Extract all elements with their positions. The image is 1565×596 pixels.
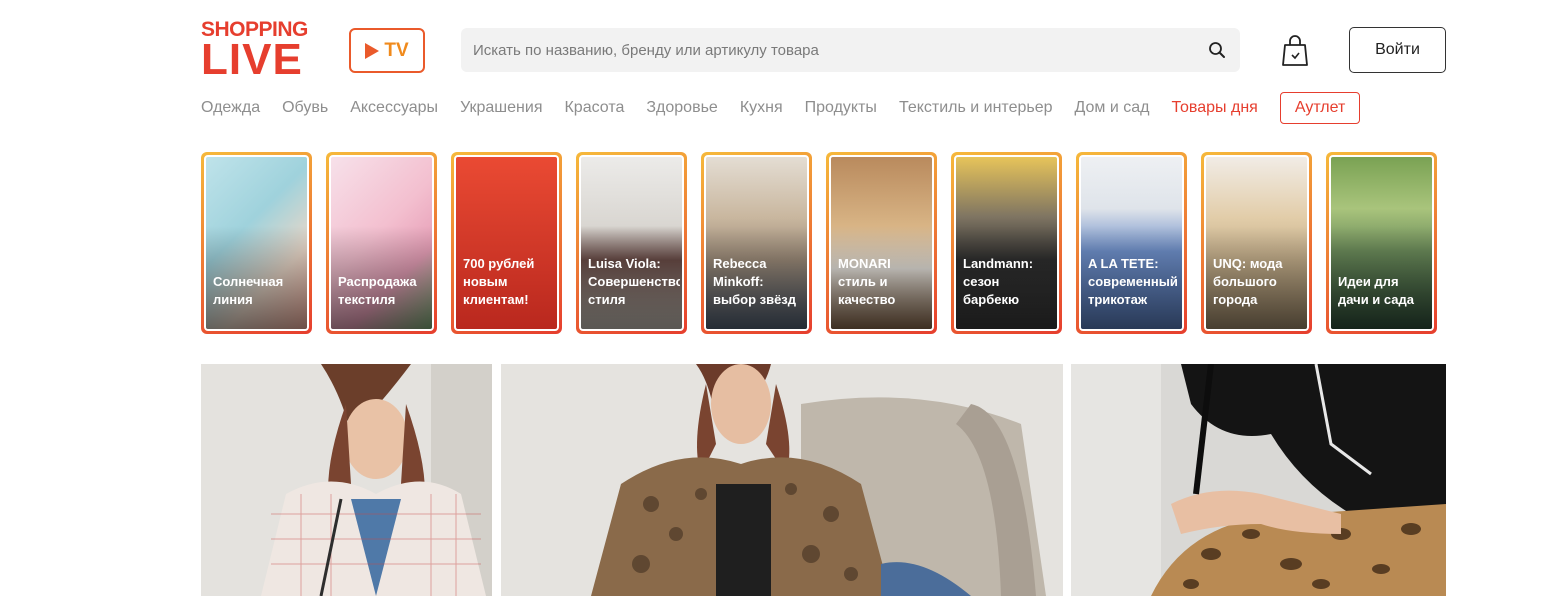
story-card[interactable]: MONARI стиль и качество <box>826 152 937 334</box>
story-card[interactable]: Luisa Viola: Совершенство стиля <box>576 152 687 334</box>
nav-item-home-garden[interactable]: Дом и сад <box>1075 99 1150 117</box>
story-image: Landmann: сезон барбекю <box>954 155 1059 331</box>
tv-button[interactable]: TV <box>349 28 425 73</box>
story-card[interactable]: A LA TETE: современный трикотаж <box>1076 152 1187 334</box>
nav-item-jewelry[interactable]: Украшения <box>460 99 542 117</box>
shopping-live-logo[interactable]: SHOPPING LIVE <box>201 19 315 84</box>
shopping-bag-icon[interactable] <box>1280 33 1310 67</box>
story-card[interactable]: Солнечная линия <box>201 152 312 334</box>
story-label: Распродажа текстиля <box>338 274 417 307</box>
nav-item-kitchen[interactable]: Кухня <box>740 99 783 117</box>
story-label: UNQ: мода большого города <box>1213 256 1283 307</box>
logo-line-2: LIVE <box>201 35 303 84</box>
story-label: Rebecca Minkoff: выбор звёзд <box>713 256 797 307</box>
story-card[interactable]: Идеи для дачи и сада <box>1326 152 1437 334</box>
promo-banner-left[interactable] <box>201 364 492 596</box>
story-image: A LA TETE: современный трикотаж <box>1079 155 1184 331</box>
promo-banner-right[interactable] <box>1071 364 1446 596</box>
story-label: A LA TETE: современный трикотаж <box>1088 256 1178 307</box>
banner-photo <box>501 364 1063 596</box>
nav-item-accessories[interactable]: Аксессуары <box>350 99 438 117</box>
nav-item-beauty[interactable]: Красота <box>564 99 624 117</box>
story-label: Luisa Viola: Совершенство стиля <box>588 256 680 307</box>
play-icon <box>365 42 380 59</box>
nav-item-shoes[interactable]: Обувь <box>282 99 328 117</box>
story-card[interactable]: 700 рублей новым клиентам! <box>451 152 562 334</box>
story-image: Rebecca Minkoff: выбор звёзд <box>704 155 809 331</box>
nav-item-textile-interior[interactable]: Текстиль и интерьер <box>899 99 1053 117</box>
story-image: UNQ: мода большого города <box>1204 155 1309 331</box>
category-nav: Одежда Обувь Аксессуары Украшения Красот… <box>201 92 1361 124</box>
story-label: Landmann: сезон барбекю <box>963 256 1034 307</box>
nav-item-clothing[interactable]: Одежда <box>201 99 260 117</box>
story-card[interactable]: Распродажа текстиля <box>326 152 437 334</box>
search-icon[interactable] <box>1208 41 1226 59</box>
search-input[interactable] <box>461 28 1191 72</box>
story-card[interactable]: UNQ: мода большого города <box>1201 152 1312 334</box>
promo-banner-center[interactable] <box>501 364 1063 596</box>
story-label: 700 рублей новым клиентам! <box>463 256 535 307</box>
tv-label: TV <box>384 39 409 61</box>
story-label: MONARI стиль и качество <box>838 256 896 307</box>
nav-outlet-button[interactable]: Аутлет <box>1279 92 1361 124</box>
story-image: Luisa Viola: Совершенство стиля <box>579 155 684 331</box>
nav-item-deals[interactable]: Товары дня <box>1172 99 1258 117</box>
stories-row: Солнечная линия Распродажа текстиля 700 … <box>201 152 1437 334</box>
page: SHOPPING LIVE TV Войти Одежда Обувь Аксе… <box>0 0 1565 596</box>
story-card[interactable]: Rebecca Minkoff: выбор звёзд <box>701 152 812 334</box>
story-image: MONARI стиль и качество <box>829 155 934 331</box>
story-image: Идеи для дачи и сада <box>1329 155 1434 331</box>
nav-item-groceries[interactable]: Продукты <box>805 99 877 117</box>
story-image: Солнечная линия <box>204 155 309 331</box>
login-button[interactable]: Войти <box>1349 27 1446 73</box>
story-image: Распродажа текстиля <box>329 155 434 331</box>
nav-item-health[interactable]: Здоровье <box>646 99 717 117</box>
story-label: Идеи для дачи и сада <box>1338 274 1415 307</box>
banner-photo <box>1071 364 1446 596</box>
search-bar <box>461 28 1240 72</box>
story-card[interactable]: Landmann: сезон барбекю <box>951 152 1062 334</box>
story-label: Солнечная линия <box>213 274 284 307</box>
story-image: 700 рублей новым клиентам! <box>454 155 559 331</box>
banner-photo <box>201 364 492 596</box>
